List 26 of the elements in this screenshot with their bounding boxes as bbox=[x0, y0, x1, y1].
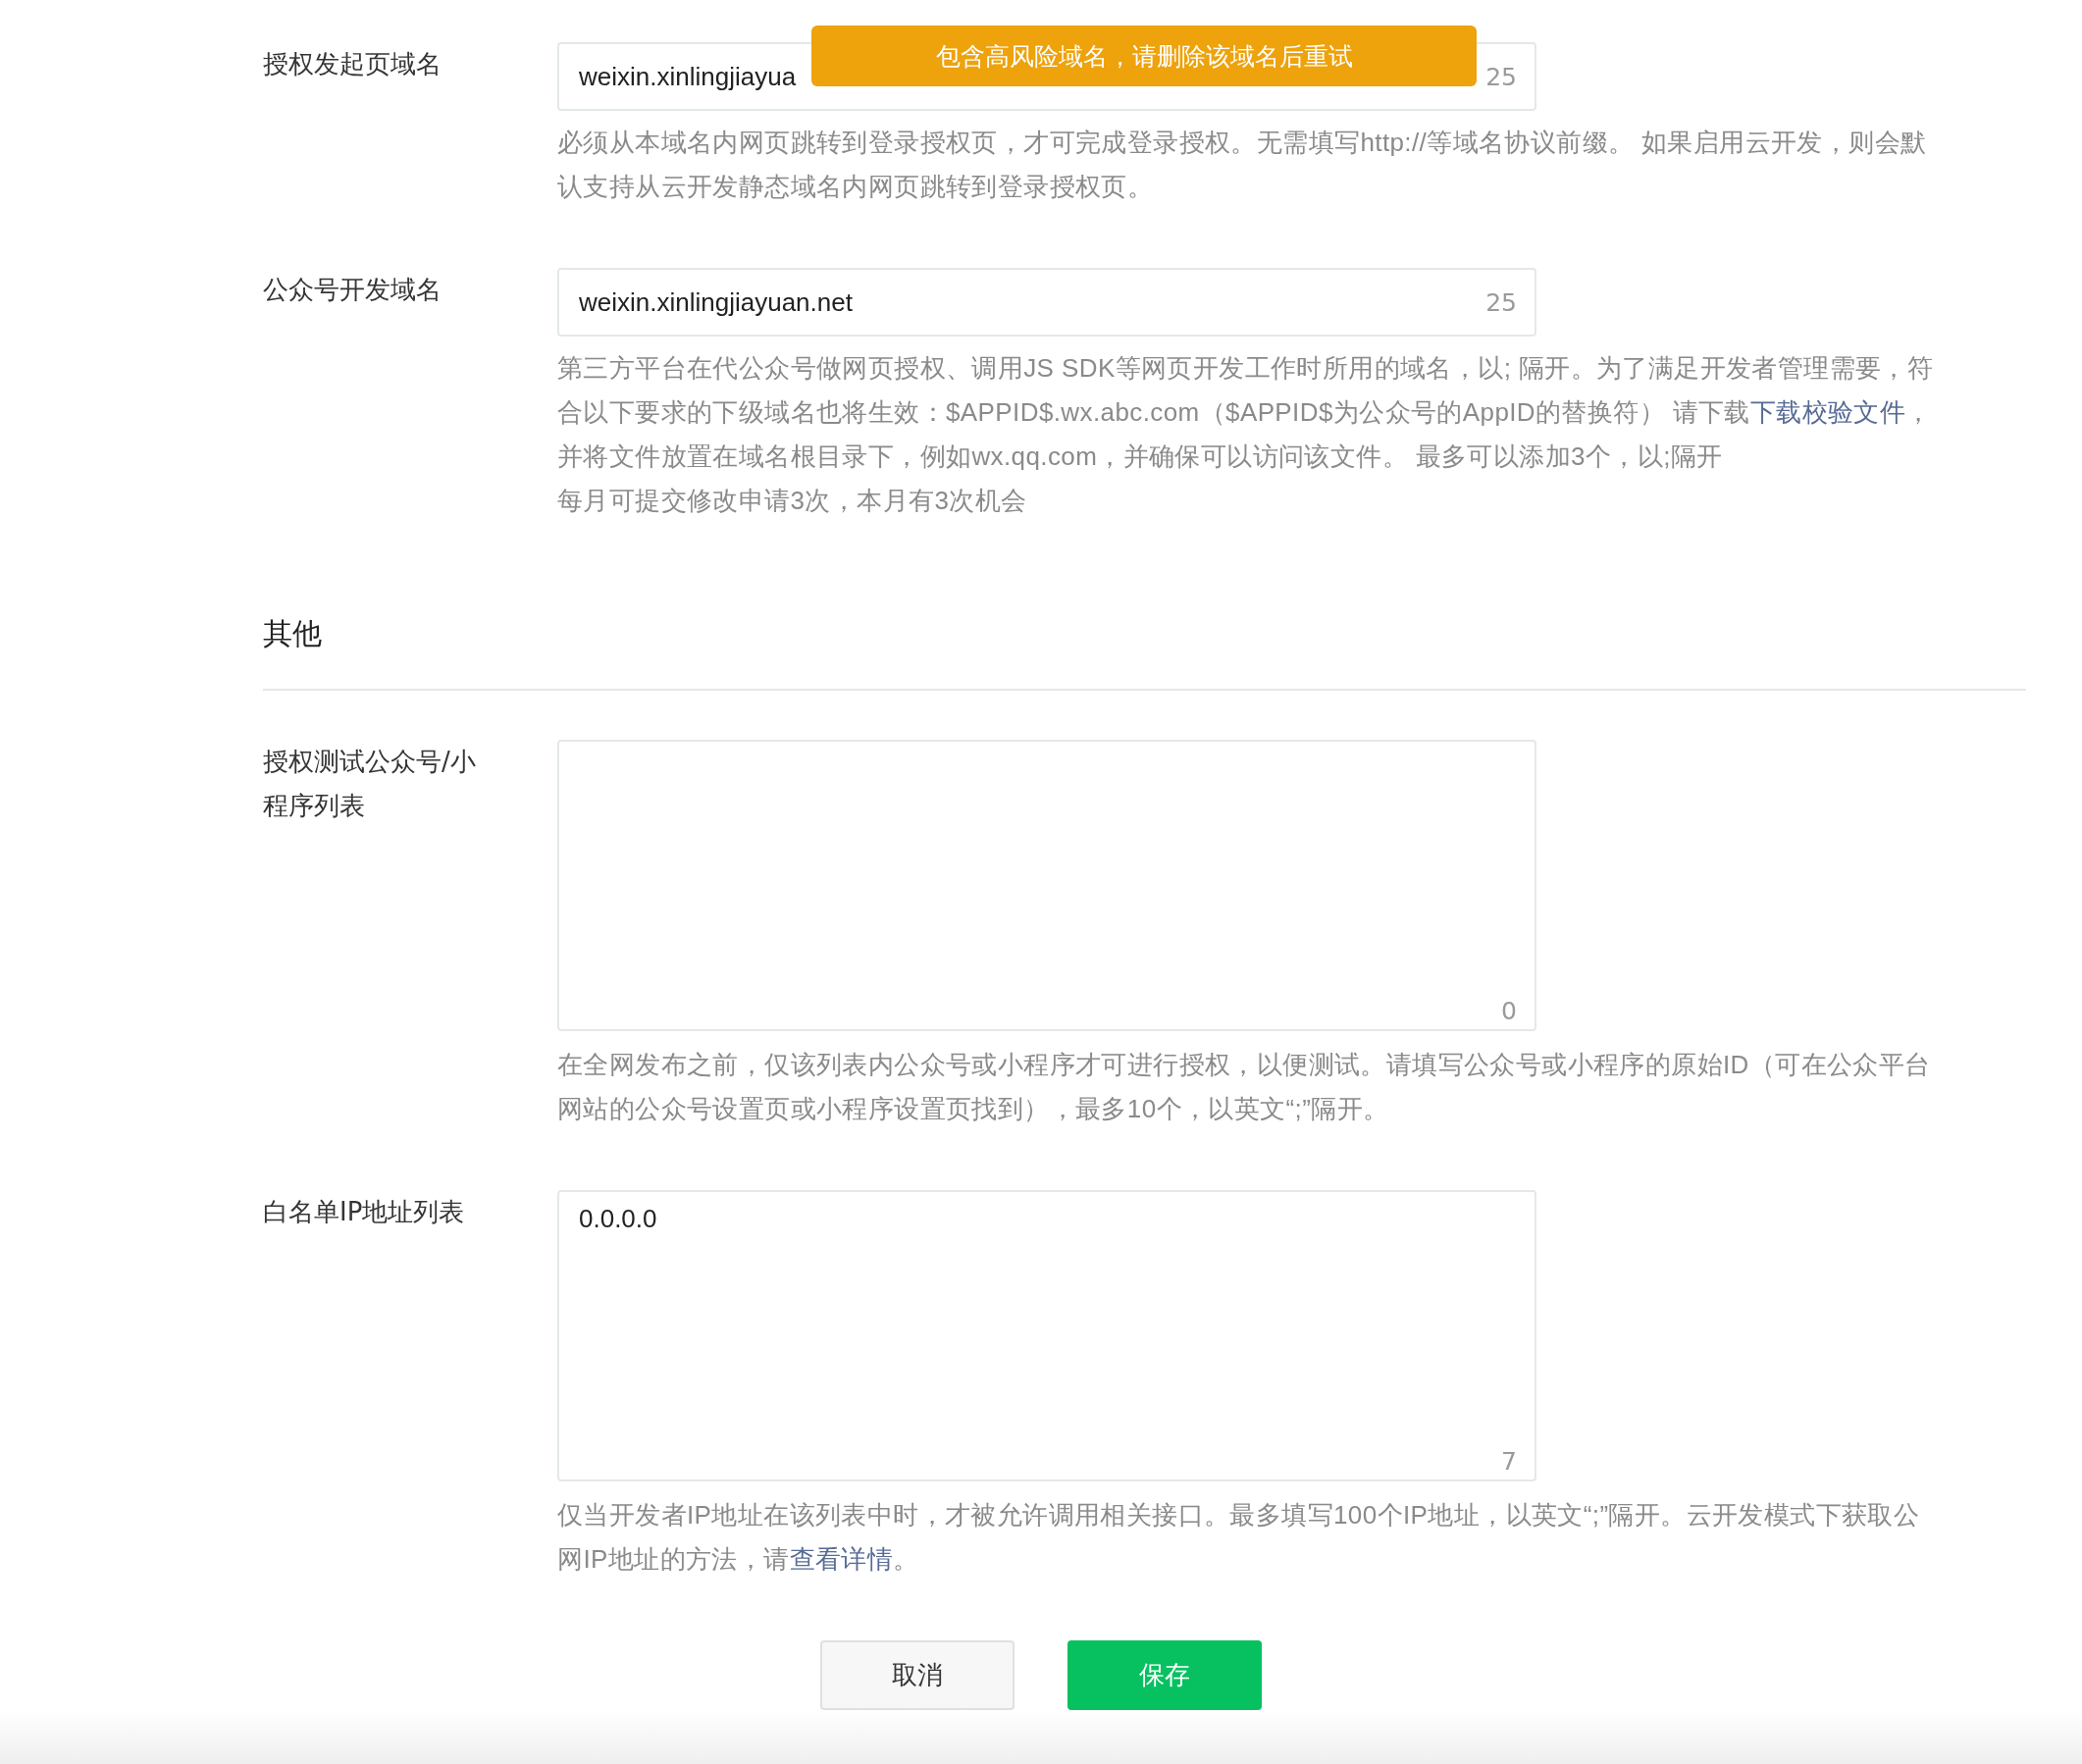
help-link[interactable]: 下载校验文件 bbox=[1749, 390, 1906, 435]
help-text: 网IP地址的方法，请 bbox=[557, 1543, 790, 1576]
help-text: 每月可提交修改申请3次，本月有3次机会 bbox=[557, 485, 1027, 517]
field-label: 授权测试公众号/小程序列表 bbox=[263, 746, 477, 822]
help-text: 。 bbox=[893, 1543, 919, 1576]
help-text: 网站的公众号设置页或小程序设置页找到），最多10个，以英文“;”隔开。 bbox=[557, 1093, 1389, 1125]
help-text: 认支持从云开发静态域名内网页跳转到登录授权页。 bbox=[557, 171, 1154, 203]
help-text: ， bbox=[1905, 396, 1932, 429]
section-title: 其他 bbox=[263, 615, 323, 652]
text-area[interactable] bbox=[557, 740, 1536, 1031]
character-count: 25 bbox=[1485, 62, 1517, 91]
help-text: 仅当开发者IP地址在该列表中时，才被允许调用相关接口。最多填写100个IP地址，以英文“;”隔开。云开发模式下获取公 bbox=[557, 1499, 1920, 1531]
field-label: 授权发起页域名 bbox=[263, 48, 442, 80]
character-count: 7 bbox=[1501, 1447, 1517, 1476]
help-text: 合以下要求的下级域名也将生效：$APPID$.wx.abc.com（$APPID$为公众号的AppID的替换符） 请下载 bbox=[557, 396, 1750, 429]
help-text: 并将文件放置在域名根目录下，例如wx.qq.com，并确保可以访问该文件。 最多可以添加3个，以;隔开 bbox=[557, 441, 1723, 473]
help-link[interactable]: 查看详情 bbox=[789, 1537, 894, 1582]
cancel-button[interactable]: 取消 bbox=[820, 1640, 1015, 1710]
help-text: 第三方平台在代公众号做网页授权、调用JS SDK等网页开发工作时所用的域名，以; 隔开。为了满足开发者管理需要，符 bbox=[557, 352, 1934, 385]
field-label: 公众号开发域名 bbox=[263, 274, 442, 306]
help-text: 在全网发布之前，仅该列表内公众号或小程序才可进行授权，以便测试。请填写公众号或小程序的原始ID（可在公众平台 bbox=[557, 1049, 1931, 1081]
warning-toast: 包含高风险域名，请删除该域名后重试 bbox=[811, 26, 1477, 86]
character-count: 25 bbox=[1485, 287, 1517, 317]
character-count: 0 bbox=[1501, 997, 1517, 1025]
field-label: 白名单IP地址列表 bbox=[263, 1196, 466, 1228]
help-text: 必须从本域名内网页跳转到登录授权页，才可完成登录授权。无需填写http://等域名协议前缀。 如果启用云开发，则会默 bbox=[557, 127, 1927, 159]
